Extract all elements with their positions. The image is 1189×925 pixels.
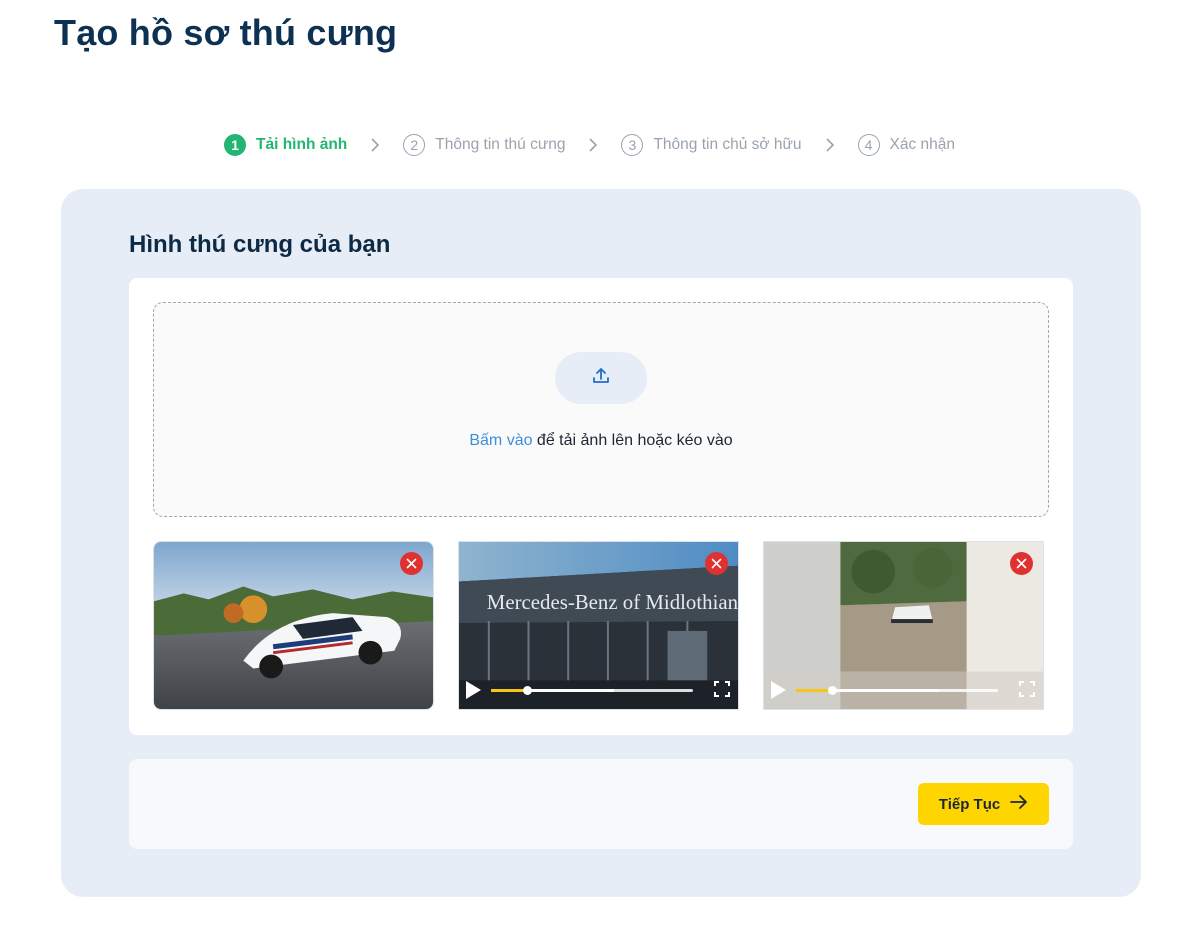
video-progress-fill <box>491 689 528 692</box>
video-progress-fill <box>796 689 833 692</box>
video-scrubber-knob[interactable] <box>523 686 533 695</box>
play-icon[interactable] <box>464 680 482 705</box>
media-thumbnail-video: Mercedes-Benz of Midlothian <box>458 541 739 710</box>
car-photo <box>154 542 433 709</box>
upload-button[interactable] <box>555 352 647 404</box>
upload-instructions-text: để tải ảnh lên hoặc kéo vào <box>532 432 733 449</box>
form-footer: Tiếp Tục <box>129 759 1073 849</box>
step-number: 3 <box>621 134 644 156</box>
video-scrubber-knob[interactable] <box>828 686 838 695</box>
step-upload-images[interactable]: 1 Tải hình ảnh <box>224 134 347 156</box>
arrow-right-icon <box>1010 795 1028 813</box>
video-controls <box>459 671 738 709</box>
upload-dropzone[interactable]: Bấm vào để tải ảnh lên hoặc kéo vào <box>153 302 1049 517</box>
step-number: 4 <box>857 134 880 156</box>
upload-instructions: Bấm vào để tải ảnh lên hoặc kéo vào <box>154 432 1048 450</box>
section-title: Hình thú cưng của bạn <box>129 231 391 258</box>
video-progress-bar[interactable] <box>796 686 998 695</box>
media-thumbnail-image <box>153 541 434 710</box>
step-label: Thông tin thú cưng <box>435 136 566 153</box>
close-icon <box>1016 558 1027 569</box>
play-icon[interactable] <box>769 680 787 705</box>
chevron-right-icon <box>565 137 621 153</box>
browse-link[interactable]: Bấm vào <box>469 432 532 449</box>
step-label: Xác nhận <box>889 136 956 153</box>
chevron-right-icon <box>802 137 858 153</box>
close-icon <box>406 558 417 569</box>
form-panel: Hình thú cưng của bạn Bấm vào để tải ảnh… <box>61 189 1141 897</box>
step-label: Tải hình ảnh <box>256 136 348 153</box>
step-owner-info[interactable]: 3 Thông tin chủ sở hữu <box>621 134 802 156</box>
remove-media-button[interactable] <box>400 552 423 575</box>
close-icon <box>711 558 722 569</box>
next-button[interactable]: Tiếp Tục <box>918 783 1049 825</box>
media-card: Bấm vào để tải ảnh lên hoặc kéo vào Merc… <box>129 278 1073 735</box>
video-controls <box>764 671 1043 709</box>
video-progress-bar[interactable] <box>491 686 693 695</box>
step-number: 2 <box>403 134 426 156</box>
dealership-sign-text: Mercedes-Benz of Midlothian <box>487 591 738 614</box>
step-pet-info[interactable]: 2 Thông tin thú cưng <box>403 134 565 156</box>
fullscreen-icon[interactable] <box>1019 681 1035 702</box>
next-button-label: Tiếp Tục <box>938 795 1001 813</box>
chevron-right-icon <box>347 137 403 153</box>
media-thumbnail-video <box>763 541 1044 710</box>
upload-icon <box>591 366 611 391</box>
step-number: 1 <box>224 134 246 156</box>
step-label: Thông tin chủ sở hữu <box>653 136 802 153</box>
page-title: Tạo hồ sơ thú cưng <box>54 12 398 53</box>
remove-media-button[interactable] <box>1010 552 1033 575</box>
remove-media-button[interactable] <box>705 552 728 575</box>
stepper: 1 Tải hình ảnh 2 Thông tin thú cưng 3 Th… <box>224 132 955 158</box>
step-confirm[interactable]: 4 Xác nhận <box>857 134 956 156</box>
fullscreen-icon[interactable] <box>714 681 730 702</box>
